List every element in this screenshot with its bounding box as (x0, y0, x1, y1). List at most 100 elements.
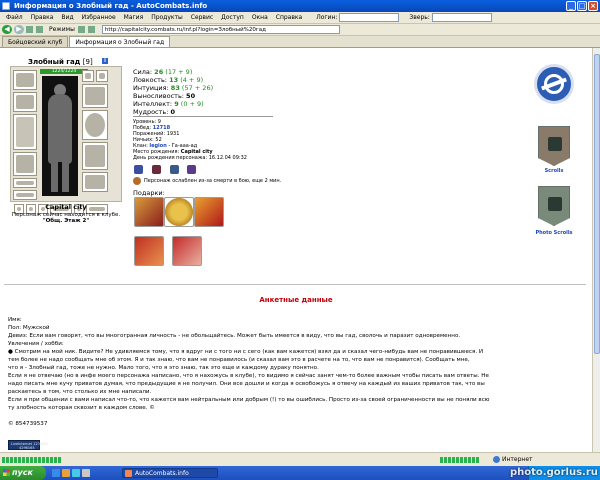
earring-slot[interactable] (82, 70, 94, 82)
boots-slot[interactable] (82, 172, 108, 192)
shield-slot[interactable] (82, 110, 108, 140)
weapon-slot[interactable] (13, 92, 37, 112)
scrolls-banner-icon[interactable] (538, 126, 570, 166)
amulet-slot[interactable] (96, 70, 108, 82)
align-emblem-icon[interactable] (534, 64, 574, 104)
anket-title: Анкетные данные (259, 296, 333, 304)
armor-slot[interactable] (13, 152, 37, 176)
stat-intuition: Интуиция: 83 (57 + 26) (133, 84, 214, 92)
menu-file[interactable]: Файл (2, 14, 27, 21)
quicklaunch-ie-icon[interactable] (52, 469, 60, 477)
login-label: Логин: (316, 14, 338, 21)
window-controls: _ □ × (566, 1, 598, 11)
vertical-scrollbar[interactable] (592, 48, 600, 452)
scrollbar-thumb[interactable] (594, 54, 600, 354)
menu-access[interactable]: Доступ (217, 14, 248, 21)
menu-tools[interactable]: Сервис (187, 14, 217, 21)
birthday-line: День рождения персонажа: 16.12.04 09:32 (133, 155, 247, 161)
character-silhouette (42, 76, 78, 196)
gloves-slot[interactable] (82, 84, 108, 108)
info-icon[interactable]: i (102, 58, 108, 64)
weakened-text: Персонаж ослаблен из-за смерти в бою, ещ… (144, 178, 282, 184)
menu-windows[interactable]: Окна (248, 14, 272, 21)
icq-line: © 854739537 (8, 421, 48, 427)
photo-scrolls-banner-icon[interactable] (538, 186, 570, 226)
ring-slot[interactable] (13, 190, 37, 200)
hp-bar: 1224/1224 (40, 69, 88, 74)
stat-endurance: Выносливость: 50 (133, 92, 196, 100)
status-progress (2, 457, 62, 463)
stats-divider (133, 116, 273, 117)
helmet-slot[interactable] (13, 70, 37, 90)
modes-button[interactable]: Режимы (49, 26, 75, 33)
room-name: "Общ. Этаж 2" (42, 218, 90, 224)
stat-agility: Ловкость: 13 (4 + 9) (133, 76, 204, 84)
motto-line: Девиз: Если вам говорят, что вы многогра… (8, 333, 461, 339)
tab-fight-club[interactable]: Бойцовский клуб (2, 36, 69, 47)
stat-strength: Сила: 26 (17 + 9) (133, 68, 193, 76)
menu-magic[interactable]: Магия (120, 14, 148, 21)
silhouette-body (48, 94, 72, 164)
watermark: photo.gorlus.ru (510, 467, 598, 478)
address-input[interactable]: http://capitalcity.combats.ru/inf.pl?log… (101, 25, 340, 34)
photo-scrolls-label[interactable]: Photo Scrolls (526, 230, 582, 236)
minimize-icon[interactable]: _ (566, 1, 576, 11)
status-bar: Интернет (0, 452, 600, 466)
browser-icon (2, 2, 10, 10)
menu-edit[interactable]: Правка (27, 14, 58, 21)
windows-logo-icon (3, 469, 10, 476)
task-app-icon (125, 470, 132, 477)
gift-2[interactable] (164, 197, 194, 227)
internet-zone-icon (493, 456, 500, 463)
page-content: Злобный гад [9] i 1224/1224 Capital city… (0, 48, 592, 452)
city-name: Capital city (45, 203, 87, 211)
sword-slot[interactable] (13, 114, 37, 150)
medal-badge-1[interactable] (134, 165, 143, 174)
menu-help[interactable]: Справка (272, 14, 306, 21)
gender-line: Пол: Мужской (8, 325, 50, 331)
forward-button[interactable]: ▶ (14, 25, 24, 34)
taskbar-item[interactable]: AutoCombats.info (122, 468, 218, 478)
medal-badge-3[interactable] (170, 165, 179, 174)
beast-label: Зверь: (409, 14, 430, 21)
gift-4[interactable] (134, 236, 164, 266)
start-button[interactable]: пуск (0, 466, 46, 480)
gift-5[interactable] (172, 236, 202, 266)
gift-1[interactable] (134, 197, 164, 227)
tab-character-info[interactable]: Информация о Злобный гад (69, 36, 171, 47)
login-input[interactable] (339, 13, 400, 22)
refresh-icon[interactable] (26, 26, 33, 33)
silhouette-legs (51, 162, 69, 192)
back-button[interactable]: ◀ (2, 25, 12, 34)
menu-favorites[interactable]: Избранное (78, 14, 120, 21)
quicklaunch-app-icon[interactable] (82, 469, 90, 477)
history-icon[interactable] (87, 26, 95, 33)
medal-badge-4[interactable] (187, 165, 196, 174)
gifts-label: Подарки: (133, 189, 165, 197)
tab-bar: Бойцовский клуб Информация о Злобный гад (0, 36, 600, 48)
name-line: Имя: (8, 317, 22, 323)
liveinternet-counter[interactable]: LiveInternet 1234567 4296165 (8, 440, 49, 450)
menu-products[interactable]: Продукты (147, 14, 187, 21)
gift-3[interactable] (194, 197, 224, 227)
close-icon[interactable]: × (588, 1, 598, 11)
stat-wisdom: Мудрость: 0 (133, 108, 176, 116)
menu-bar: Файл Правка Вид Избранное Магия Продукты… (0, 12, 600, 24)
home-icon[interactable] (36, 26, 43, 33)
quicklaunch-folder-icon[interactable] (62, 469, 70, 477)
maximize-icon[interactable]: □ (577, 1, 587, 11)
favorites-icon[interactable] (77, 26, 85, 33)
quicklaunch-desktop-icon[interactable] (72, 469, 80, 477)
scrolls-label[interactable]: Scrolls (526, 168, 582, 174)
character-name: Злобный гад (28, 58, 81, 66)
weakness-icon (133, 177, 141, 185)
legs-slot[interactable] (82, 142, 108, 170)
belt-slot[interactable] (13, 178, 37, 188)
beast-select[interactable] (431, 13, 492, 22)
section-divider (4, 284, 586, 285)
hobby-label: Увлечения / хобби: (8, 341, 64, 347)
character-name-line: Злобный гад [9] (28, 58, 93, 66)
menu-view[interactable]: Вид (57, 14, 77, 21)
medal-badge-2[interactable] (152, 165, 161, 174)
nav-toolbar: ◀ ▶ Режимы http://capitalcity.combats.ru… (0, 24, 600, 36)
